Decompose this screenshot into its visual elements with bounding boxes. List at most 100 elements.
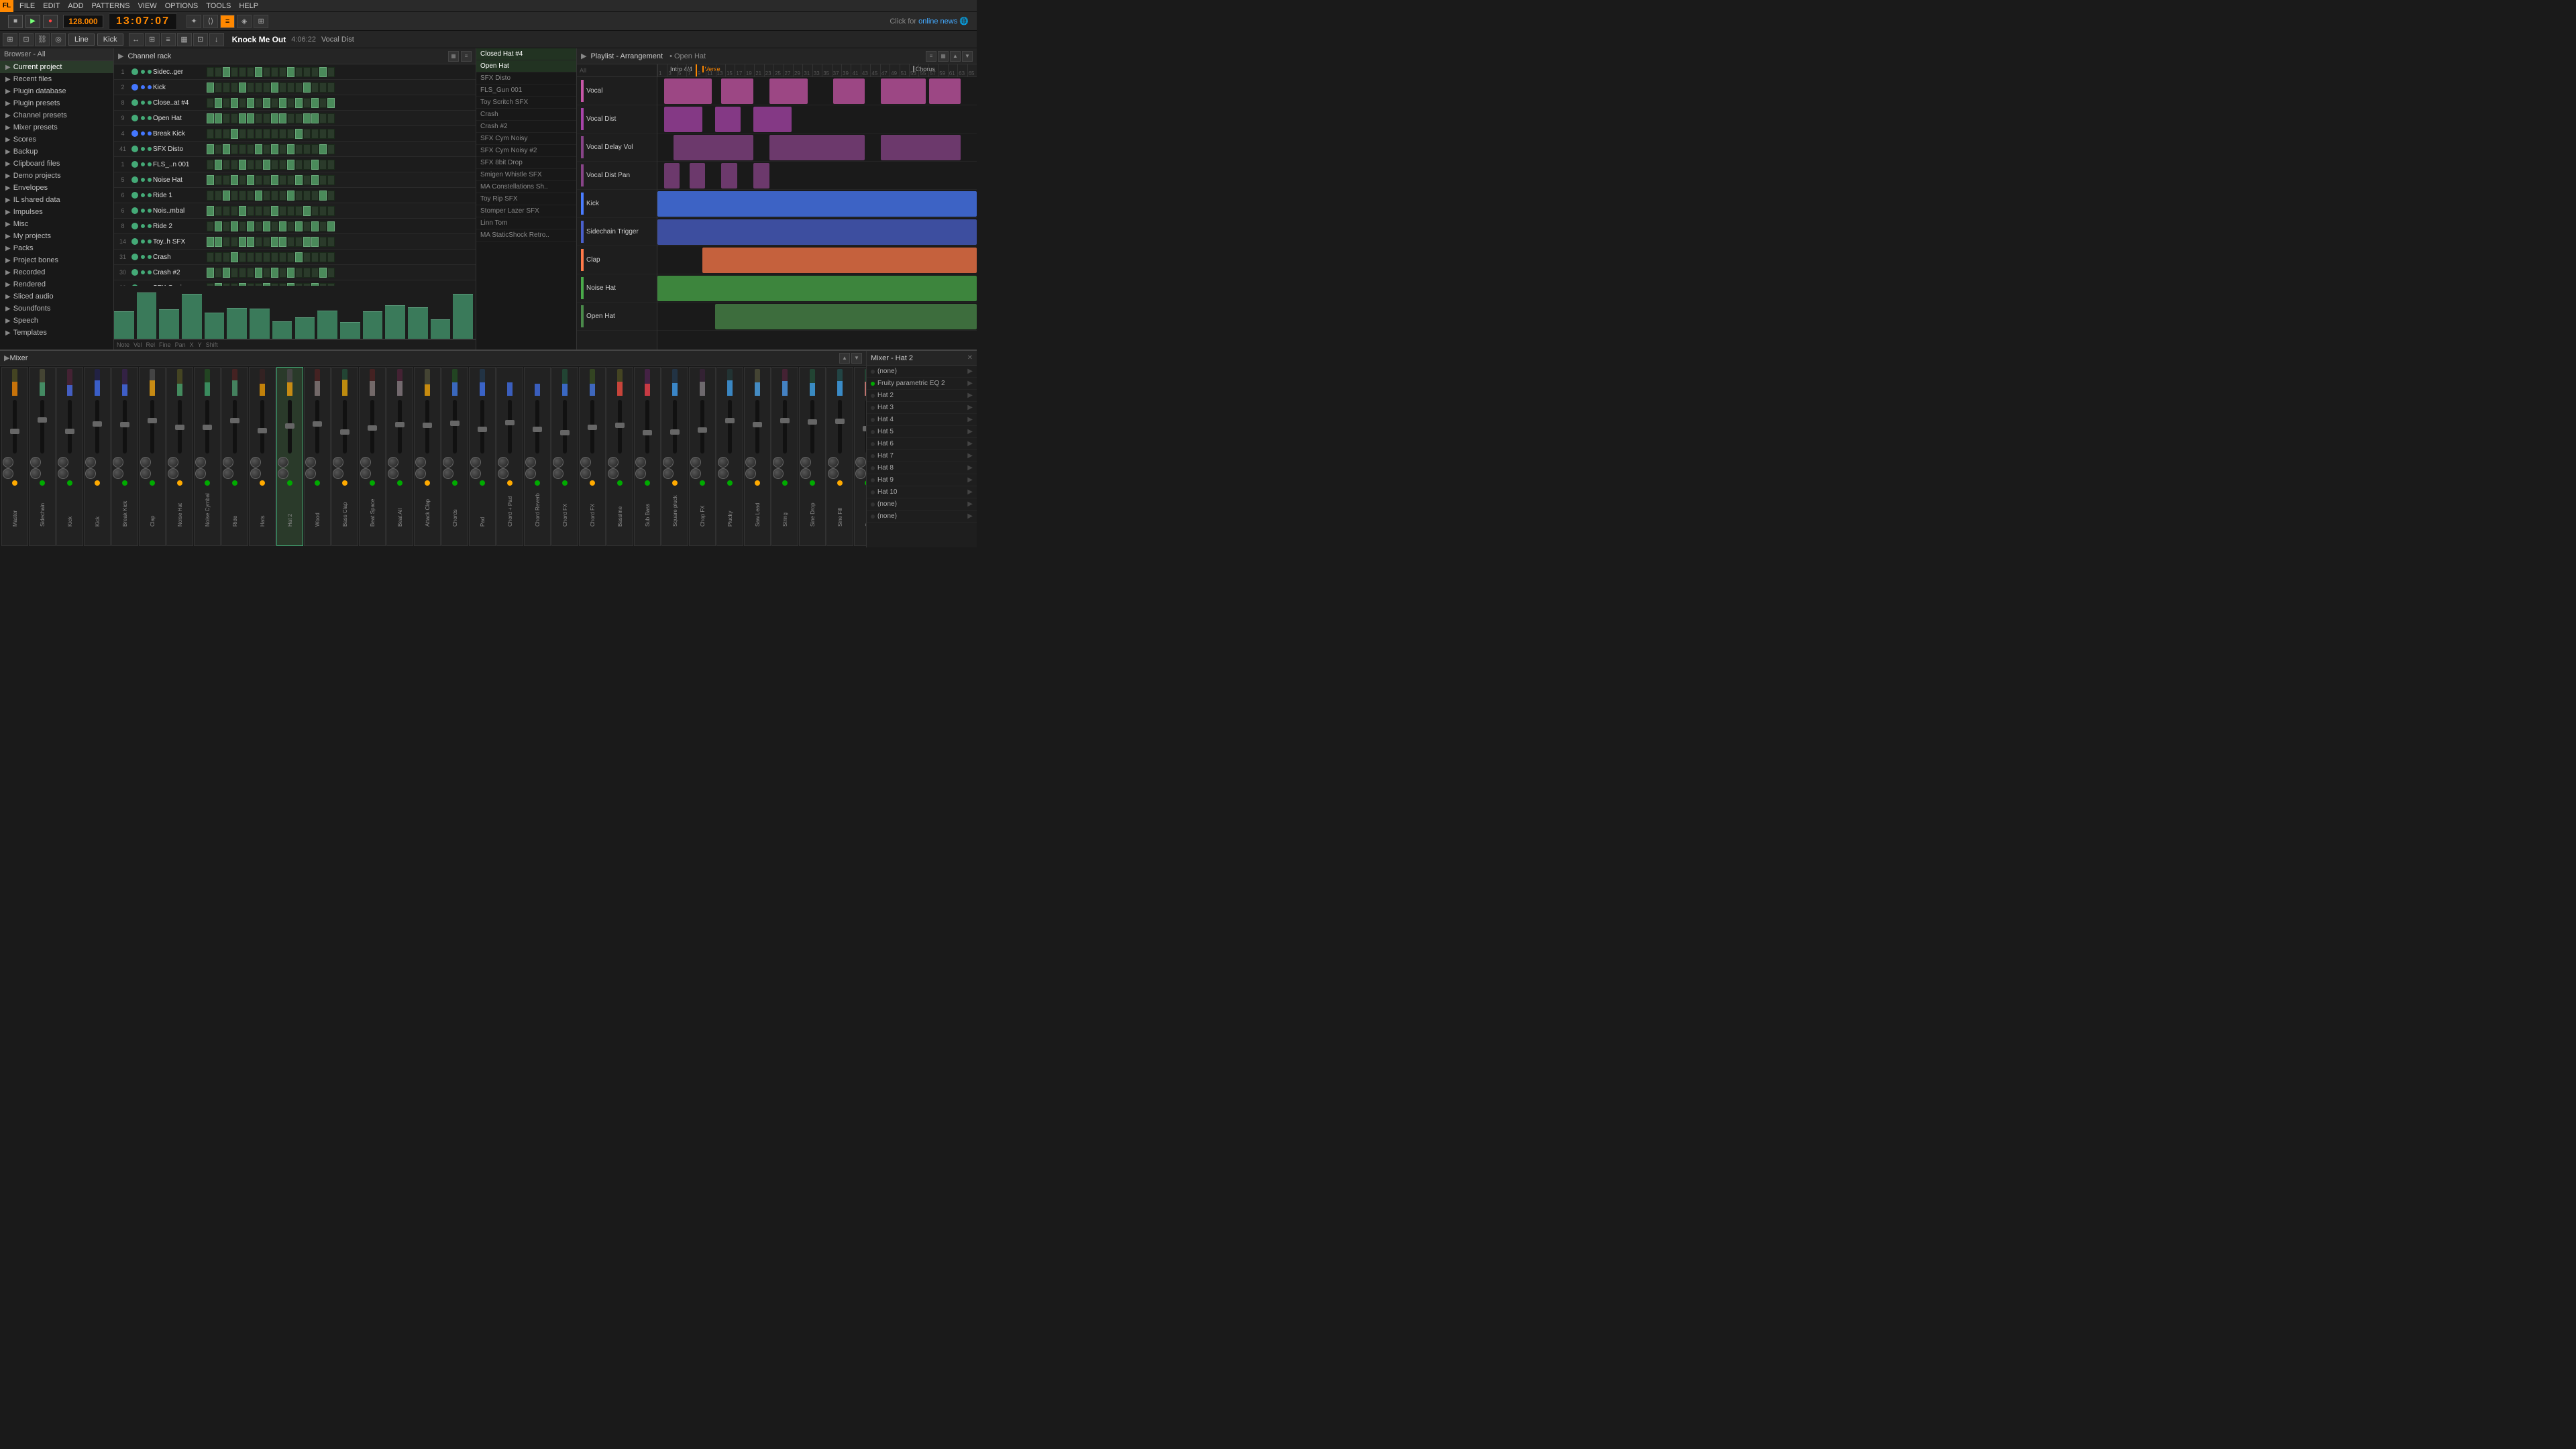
- pad-10-12[interactable]: [303, 221, 311, 231]
- knob2-30[interactable]: [828, 468, 839, 479]
- knob2-1[interactable]: [30, 468, 41, 479]
- pad-12-10[interactable]: [287, 252, 294, 262]
- block-0-3[interactable]: [833, 78, 865, 104]
- fx-slot-4[interactable]: Hat 4 ▶: [867, 414, 977, 426]
- pad-1-12[interactable]: [303, 83, 311, 93]
- block-0-5[interactable]: [929, 78, 961, 104]
- pad-1-13[interactable]: [311, 83, 319, 93]
- pad-12-11[interactable]: [295, 252, 303, 262]
- block-2-1[interactable]: [769, 135, 865, 160]
- fx-slot-5[interactable]: Hat 5 ▶: [867, 426, 977, 438]
- pad-12-4[interactable]: [239, 252, 246, 262]
- fader-16[interactable]: [450, 421, 460, 426]
- pad-8-4[interactable]: [239, 191, 246, 201]
- pad-5-8[interactable]: [271, 144, 278, 154]
- block-8-0[interactable]: [715, 304, 977, 329]
- tool-5[interactable]: ⊞: [254, 15, 268, 28]
- fader-2[interactable]: [65, 429, 74, 434]
- pad-4-4[interactable]: [239, 129, 246, 139]
- block-0-0[interactable]: [664, 78, 712, 104]
- mixer-btn-expand[interactable]: ▲: [839, 353, 850, 364]
- menu-help[interactable]: HELP: [235, 1, 262, 11]
- pad-2-15[interactable]: [327, 98, 335, 108]
- fx-slot-8[interactable]: Hat 8 ▶: [867, 462, 977, 474]
- mixer-strip-0[interactable]: Master: [1, 367, 28, 546]
- pad-3-12[interactable]: [303, 113, 311, 123]
- pad-10-6[interactable]: [255, 221, 262, 231]
- knob2-11[interactable]: [305, 468, 316, 479]
- block-3-2[interactable]: [721, 163, 737, 189]
- pad-11-1[interactable]: [215, 237, 222, 247]
- knob-2[interactable]: [58, 457, 68, 468]
- fader-27[interactable]: [753, 422, 762, 427]
- mixer-strip-11[interactable]: Wood: [304, 367, 331, 546]
- record-button[interactable]: ●: [43, 15, 58, 28]
- pad-9-2[interactable]: [223, 206, 230, 216]
- pad-4-9[interactable]: [279, 129, 286, 139]
- channel-led[interactable]: [131, 84, 138, 91]
- pad-7-5[interactable]: [247, 175, 254, 185]
- magnet-btn[interactable]: ⊡: [19, 33, 34, 46]
- sidebar-item-clipboard-files[interactable]: ▶Clipboard files: [0, 158, 113, 170]
- knob-10[interactable]: [278, 457, 288, 468]
- pad-7-1[interactable]: [215, 175, 222, 185]
- pad-2-3[interactable]: [231, 98, 238, 108]
- pad-9-12[interactable]: [303, 206, 311, 216]
- channel-led2[interactable]: [141, 85, 145, 89]
- pad-6-9[interactable]: [279, 160, 286, 170]
- pad-0-11[interactable]: [295, 67, 303, 77]
- inst-channel-8[interactable]: SFX Cym Noisy #2: [476, 145, 576, 157]
- pad-10-7[interactable]: [263, 221, 270, 231]
- fader-25[interactable]: [698, 427, 707, 433]
- pad-8-0[interactable]: [207, 191, 214, 201]
- pad-6-2[interactable]: [223, 160, 230, 170]
- pad-11-13[interactable]: [311, 237, 319, 247]
- channel-led2[interactable]: [141, 193, 145, 197]
- pad-3-4[interactable]: [239, 113, 246, 123]
- pad-0-4[interactable]: [239, 67, 246, 77]
- pad-6-0[interactable]: [207, 160, 214, 170]
- pad-0-12[interactable]: [303, 67, 311, 77]
- pad-11-15[interactable]: [327, 237, 335, 247]
- pad-8-9[interactable]: [279, 191, 286, 201]
- link-btn[interactable]: ⛓: [35, 33, 50, 46]
- mixer-strip-7[interactable]: Noise Cymbal: [194, 367, 221, 546]
- pad-12-8[interactable]: [271, 252, 278, 262]
- channel-led3[interactable]: [148, 85, 152, 89]
- pad-2-4[interactable]: [239, 98, 246, 108]
- pad-10-3[interactable]: [231, 221, 238, 231]
- pad-8-15[interactable]: [327, 191, 335, 201]
- pad-8-5[interactable]: [247, 191, 254, 201]
- fader-15[interactable]: [423, 423, 432, 428]
- sidebar-item-my-projects[interactable]: ▶My projects: [0, 230, 113, 242]
- sidebar-item-rendered[interactable]: ▶Rendered: [0, 278, 113, 290]
- fader-13[interactable]: [368, 425, 377, 431]
- bpm-display[interactable]: 128.000: [63, 15, 103, 28]
- pad-3-13[interactable]: [311, 113, 319, 123]
- pad-7-10[interactable]: [287, 175, 294, 185]
- block-2-0[interactable]: [674, 135, 753, 160]
- pad-11-7[interactable]: [263, 237, 270, 247]
- knob2-6[interactable]: [168, 468, 178, 479]
- fader-20[interactable]: [560, 430, 570, 435]
- pad-5-9[interactable]: [279, 144, 286, 154]
- pad-9-15[interactable]: [327, 206, 335, 216]
- sidebar-item-recent-files[interactable]: ▶Recent files: [0, 73, 113, 85]
- block-2-2[interactable]: [881, 135, 961, 160]
- pad-6-6[interactable]: [255, 160, 262, 170]
- mixer-strip-27[interactable]: Saw Lead: [744, 367, 771, 546]
- edit-btn-4[interactable]: ▦: [177, 33, 192, 46]
- knob2-14[interactable]: [388, 468, 398, 479]
- knob-8[interactable]: [223, 457, 233, 468]
- pad-6-15[interactable]: [327, 160, 335, 170]
- knob2-15[interactable]: [415, 468, 426, 479]
- channel-led3[interactable]: [148, 239, 152, 244]
- pad-6-4[interactable]: [239, 160, 246, 170]
- channel-led3[interactable]: [148, 147, 152, 151]
- pad-6-11[interactable]: [295, 160, 303, 170]
- channel-led[interactable]: [131, 161, 138, 168]
- pad-8-7[interactable]: [263, 191, 270, 201]
- sidebar-item-misc[interactable]: ▶Misc: [0, 218, 113, 230]
- block-5-0[interactable]: [657, 219, 977, 245]
- fx-slot-6[interactable]: Hat 6 ▶: [867, 438, 977, 450]
